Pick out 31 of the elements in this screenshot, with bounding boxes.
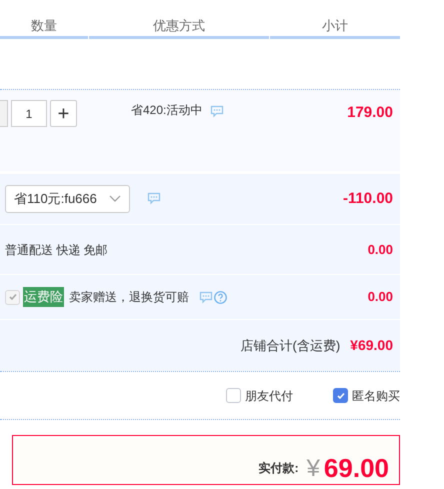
coupon-select[interactable]: 省110元:fu666 (5, 185, 130, 213)
currency-symbol: ¥ (306, 457, 320, 481)
chevron-down-icon (109, 195, 121, 203)
help-icon[interactable] (214, 290, 227, 304)
coupon-amount: -110.00 (342, 188, 393, 209)
checkbox[interactable] (333, 388, 348, 403)
offer-text: 省420:活动中 (131, 102, 202, 119)
payment-amount: 69.00 (324, 455, 389, 481)
shipping-amount: 0.00 (368, 240, 393, 259)
column-header: 小计 (270, 15, 400, 39)
option-label[interactable]: 朋友代付 (245, 386, 293, 404)
insurance-text: 卖家赠送，退换货可赔 (69, 289, 189, 306)
minus-button[interactable] (0, 100, 8, 127)
comment-icon[interactable] (147, 192, 161, 204)
payment-label: 实付款: (258, 460, 299, 477)
insurance-tag: 运费险 (23, 287, 64, 307)
plus-button[interactable]: + (50, 100, 77, 127)
column-header: 数量 (0, 15, 88, 39)
checkmark-icon (336, 390, 346, 400)
option-label[interactable]: 匿名购买 (352, 386, 400, 404)
store-total-label: 店铺合计(含运费) (240, 336, 340, 355)
store-total-amount: ¥69.00 (350, 336, 393, 355)
shipping-text: 普通配送 快递 免邮 (5, 242, 108, 258)
subtotal: 179.00 (347, 103, 393, 123)
checkbox[interactable] (226, 388, 241, 403)
insurance-amount: 0.00 (368, 288, 393, 306)
column-header: 优惠方式 (89, 15, 269, 39)
comment-icon[interactable] (199, 290, 213, 304)
quantity-field[interactable]: 1 (11, 100, 47, 127)
checkmark-icon (8, 292, 18, 302)
comment-icon[interactable] (210, 105, 224, 118)
